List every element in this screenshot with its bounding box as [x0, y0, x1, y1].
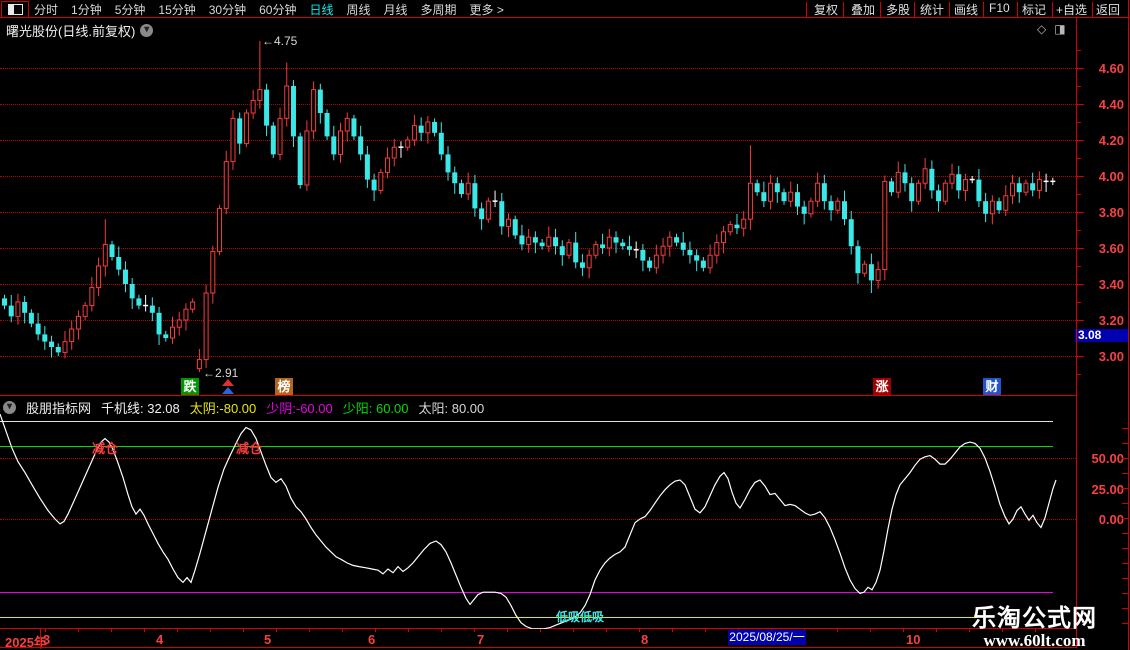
- price-tick-label: 4.20: [1078, 133, 1124, 148]
- app-window: 分时1分钟5分钟15分钟30分钟60分钟日线周线月线多周期更多 > 复权叠加多股…: [0, 0, 1130, 650]
- axis-tick: [1077, 374, 1081, 375]
- axis-tick: [1077, 158, 1081, 159]
- axis-left-border: [1076, 17, 1077, 648]
- axis-tick: [1077, 356, 1084, 357]
- axis-tick: [1077, 302, 1081, 303]
- axis-tick: [1077, 320, 1084, 321]
- price-tick-label: 3.00: [1078, 349, 1124, 364]
- indicator-tick-label: 0.00: [1078, 512, 1124, 527]
- indicator-tick-label: 25.00: [1078, 482, 1124, 497]
- signal-dixi: 低吸低吸: [556, 608, 604, 625]
- axis-tick: [1077, 86, 1081, 87]
- axis-tick: [1077, 122, 1081, 123]
- signal-jiancang-2: 减仓: [236, 438, 262, 457]
- watermark-site-name: 乐淘公式网: [952, 598, 1117, 633]
- axis-tick: [1077, 284, 1084, 285]
- price-tick-label: 3.60: [1078, 241, 1124, 256]
- price-tick-label: 3.80: [1078, 205, 1124, 220]
- axis-tick: [1077, 230, 1081, 231]
- right-edge-border: [1128, 0, 1129, 650]
- axis-tick: [1077, 248, 1084, 249]
- axis-tick: [1077, 140, 1084, 141]
- current-price-box: 3.08: [1075, 329, 1129, 342]
- price-tick-label: 3.40: [1078, 277, 1124, 292]
- signal-jiancang-1: 减仓: [92, 438, 118, 457]
- candlestick-chart[interactable]: [0, 0, 1076, 396]
- axis-tick: [1077, 266, 1081, 267]
- month-label-7: 7: [477, 632, 484, 647]
- date-axis-bottom-line: [0, 647, 1076, 648]
- month-label-4: 4: [156, 632, 163, 647]
- axis-tick: [1077, 176, 1084, 177]
- axis-tick: [1077, 212, 1084, 213]
- indicator-chart[interactable]: [0, 413, 1076, 629]
- highlighted-date-box: 2025/08/25/一: [728, 630, 806, 645]
- month-label-3: 3: [43, 632, 50, 647]
- axis-tick: [1077, 104, 1084, 105]
- price-tick-label: 4.60: [1078, 61, 1124, 76]
- year-divider: [40, 628, 41, 647]
- action-返回[interactable]: 返回: [1096, 1, 1120, 18]
- month-label-10: 10: [906, 632, 920, 647]
- price-tick-label: 4.40: [1078, 97, 1124, 112]
- price-tick-label: 3.20: [1078, 313, 1124, 328]
- toolbar-separator: [1092, 2, 1093, 17]
- watermark-url: www.60lt.com: [952, 631, 1117, 650]
- axis-tick: [1077, 68, 1084, 69]
- month-label-6: 6: [368, 632, 375, 647]
- axis-tick: [1077, 50, 1081, 51]
- indicator-tick-label: 50.00: [1078, 451, 1124, 466]
- watermark: 乐淘公式网 www.60lt.com: [952, 598, 1117, 650]
- price-tick-label: 4.00: [1078, 169, 1124, 184]
- month-label-5: 5: [264, 632, 271, 647]
- date-axis: 2025年 34567810 2025/08/25/一: [0, 628, 1076, 648]
- axis-tick: [1077, 194, 1081, 195]
- month-label-8: 8: [641, 632, 648, 647]
